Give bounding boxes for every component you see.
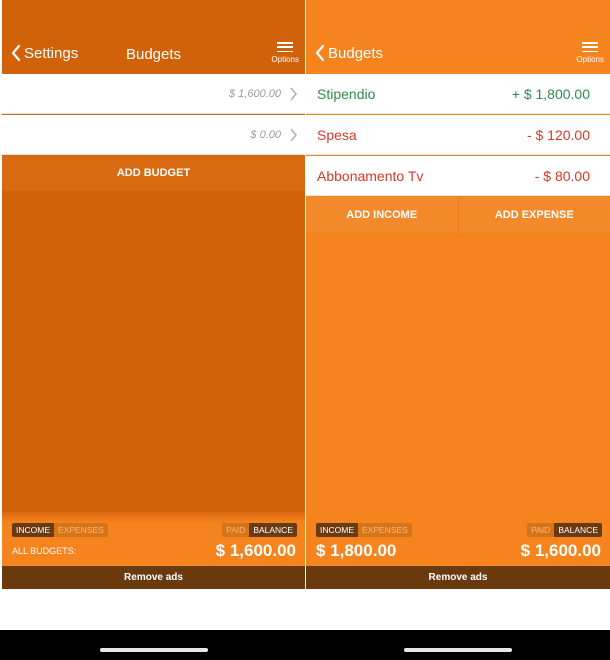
income-tab[interactable]: INCOME bbox=[12, 523, 54, 537]
remove-ads-button[interactable]: Remove ads bbox=[2, 566, 305, 589]
home-indicator[interactable] bbox=[404, 648, 512, 652]
budget-row[interactable]: $ 1,600.00 bbox=[2, 74, 305, 114]
page-title: Budgets bbox=[125, 46, 182, 63]
expenses-tab[interactable]: EXPENSES bbox=[358, 523, 412, 537]
total-balance: $ 1,600.00 bbox=[520, 541, 601, 560]
paid-balance-toggle[interactable]: PAID BALANCE bbox=[527, 523, 602, 537]
total-balance: $ 1,600.00 bbox=[215, 541, 296, 560]
transaction-amount: - $ 120.00 bbox=[526, 126, 590, 143]
paid-tab[interactable]: PAID bbox=[527, 523, 555, 537]
income-expenses-toggle[interactable]: INCOME EXPENSES bbox=[12, 523, 108, 537]
add-budget-button[interactable]: ADD BUDGET bbox=[2, 155, 305, 191]
all-budgets-label: ALL BUDGETS: bbox=[12, 546, 77, 556]
add-income-button[interactable]: ADD INCOME bbox=[306, 197, 458, 233]
transaction-row-income[interactable]: Stipendio + $ 1,800.00 bbox=[306, 74, 610, 114]
income-expenses-toggle[interactable]: INCOME EXPENSES bbox=[316, 523, 412, 537]
budget-detail-screen: Budgets Options Stipendio + $ 1,800.00 S… bbox=[306, 0, 610, 630]
transaction-name: Abbonamento Tv bbox=[317, 167, 424, 184]
ad-area bbox=[2, 589, 305, 630]
transaction-amount: - $ 80.00 bbox=[534, 167, 590, 184]
transaction-row-expense[interactable]: Abbonamento Tv - $ 80.00 bbox=[306, 156, 610, 196]
chevron-right-icon bbox=[290, 87, 297, 101]
balance-tab[interactable]: BALANCE bbox=[554, 523, 602, 537]
hamburger-menu-icon bbox=[582, 42, 599, 52]
hamburger-menu-icon bbox=[277, 42, 294, 52]
navbar: Budgets Options bbox=[306, 0, 610, 74]
options-button[interactable]: Options bbox=[576, 42, 604, 64]
transaction-amount: + $ 1,800.00 bbox=[511, 85, 590, 102]
add-expense-button[interactable]: ADD EXPENSE bbox=[457, 197, 610, 233]
expenses-tab[interactable]: EXPENSES bbox=[54, 523, 108, 537]
options-label: Options bbox=[271, 55, 299, 64]
add-actions: ADD INCOME ADD EXPENSE bbox=[306, 197, 610, 233]
ad-area bbox=[306, 589, 610, 630]
system-navigation-bar bbox=[0, 630, 610, 660]
options-button[interactable]: Options bbox=[271, 42, 299, 64]
remove-ads-button[interactable]: Remove ads bbox=[306, 566, 610, 589]
income-tab[interactable]: INCOME bbox=[316, 523, 358, 537]
total-income: $ 1,800.00 bbox=[316, 541, 397, 560]
paid-balance-toggle[interactable]: PAID BALANCE bbox=[222, 523, 297, 537]
chevron-left-icon bbox=[315, 44, 325, 62]
options-label: Options bbox=[576, 55, 604, 64]
budget-amount: $ 0.00 bbox=[250, 128, 281, 141]
budget-amount: $ 1,600.00 bbox=[229, 87, 281, 100]
back-label: Budgets bbox=[328, 44, 384, 62]
budgets-screen: Settings Budgets Options $ 1,600.00 $ 0.… bbox=[2, 0, 305, 630]
summary-footer: INCOME EXPENSES PAID BALANCE ALL BUDGETS… bbox=[2, 512, 305, 566]
chevron-right-icon bbox=[290, 128, 297, 142]
transaction-row-expense[interactable]: Spesa - $ 120.00 bbox=[306, 115, 610, 155]
back-button[interactable]: Budgets bbox=[314, 44, 383, 62]
summary-footer: INCOME EXPENSES PAID BALANCE $ 1,800.00 … bbox=[306, 512, 610, 566]
transaction-name: Spesa bbox=[317, 126, 357, 143]
navbar: Settings Budgets Options bbox=[2, 0, 305, 74]
transaction-name: Stipendio bbox=[317, 85, 376, 102]
budget-row[interactable]: $ 0.00 bbox=[2, 115, 305, 155]
paid-tab[interactable]: PAID bbox=[222, 523, 250, 537]
home-indicator[interactable] bbox=[100, 648, 208, 652]
balance-tab[interactable]: BALANCE bbox=[249, 523, 297, 537]
